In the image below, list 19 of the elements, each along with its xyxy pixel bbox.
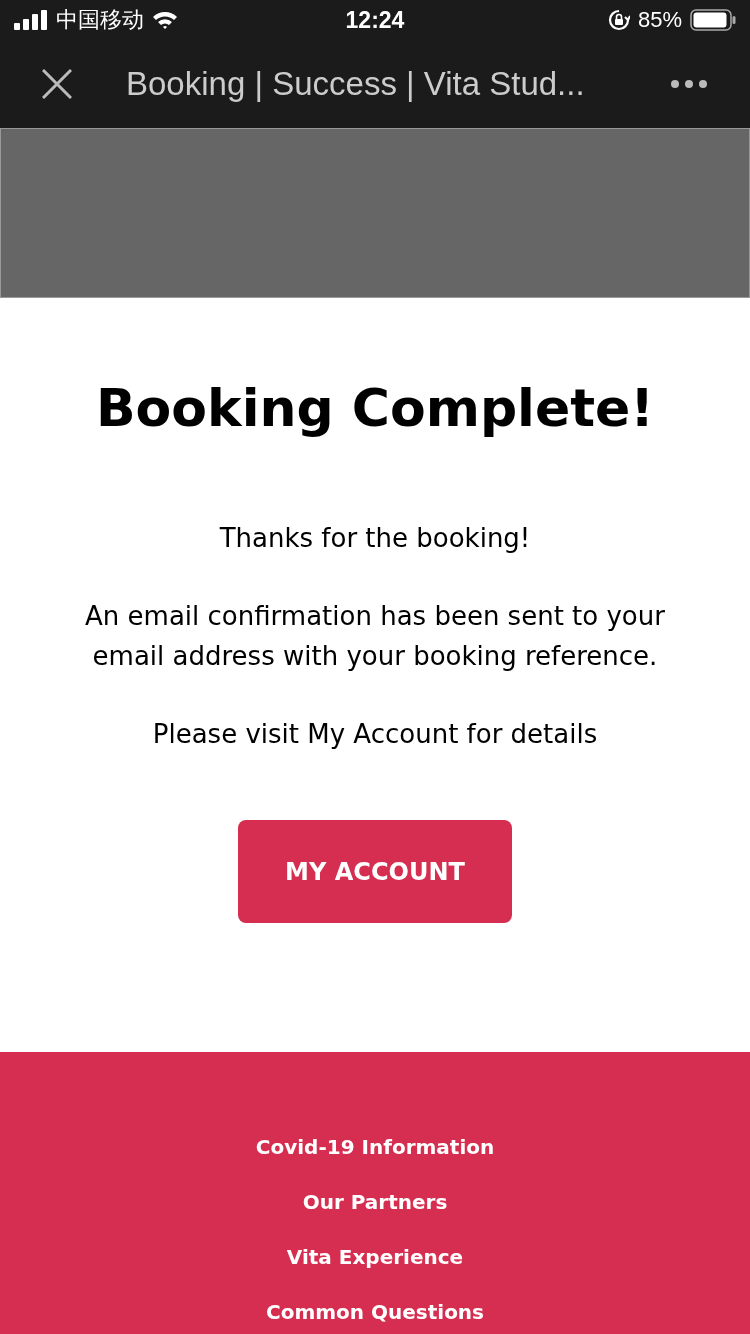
footer-link[interactable]: Our Partners [302, 1189, 448, 1216]
battery-icon [690, 9, 736, 31]
more-icon[interactable] [670, 79, 708, 89]
message-text: An email confirmation has been sent to your email address with your booking reference. [84, 600, 666, 673]
close-icon[interactable] [42, 69, 72, 99]
battery-percent: 85% [637, 7, 682, 33]
footer-link[interactable]: Common Questions [265, 1299, 484, 1326]
my-account-button[interactable]: MY ACCOUNT [238, 820, 512, 923]
message-text: Please visit My Account for details [152, 718, 598, 751]
page-title: Booking | Success | Vita Stud... [126, 65, 586, 103]
message-text: Thanks for the booking! [219, 522, 531, 555]
signal-icon [14, 10, 48, 30]
carrier-name: 中国移动 [56, 6, 144, 34]
footer-link[interactable]: Covid-19 Information [255, 1134, 495, 1161]
heading: Booking Complete! [95, 378, 655, 438]
rotation-lock-icon [607, 9, 630, 31]
wifi-icon [152, 10, 178, 30]
clock-time: 12:24 [345, 6, 405, 34]
footer-link[interactable]: Vita Experience [286, 1244, 464, 1271]
